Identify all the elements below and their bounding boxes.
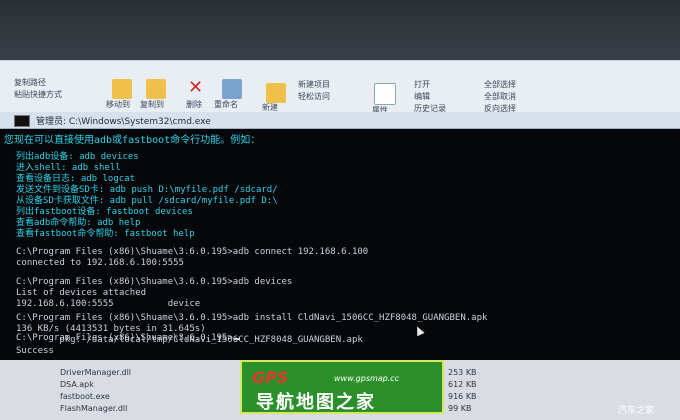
cmd-icon	[14, 115, 30, 127]
prompt-text: C:\Program Files (x86)\Shuame\3.6.0.195>	[16, 333, 233, 343]
file-name[interactable]: FlashManager.dll	[60, 404, 127, 413]
banner-title: 导航地图之家	[256, 392, 376, 413]
file-size: 253 KB	[448, 368, 477, 377]
prompt-line[interactable]: C:\Program Files (x86)\Shuame\3.6.0.195>	[16, 333, 240, 343]
properties-icon	[374, 83, 396, 105]
banner-gps-logo: GPS	[252, 368, 289, 387]
edit-button[interactable]: 编辑	[414, 91, 430, 102]
paste-shortcut-button[interactable]: 粘贴快捷方式	[14, 89, 62, 100]
copy-to-icon	[146, 79, 166, 99]
cmd-header-line: 您现在可以直接使用adb或fastboot命令行功能。例如：	[4, 135, 261, 146]
output-line: C:\Program Files (x86)\Shuame\3.6.0.195>…	[16, 247, 369, 257]
delete-button[interactable]: 删除	[186, 99, 202, 110]
output-line: List of devices attached	[16, 288, 147, 298]
delete-icon: ✕	[188, 77, 204, 98]
background-top	[0, 0, 680, 62]
select-all-button[interactable]: 全部选择	[484, 79, 516, 90]
corner-watermark: 汽车之家	[618, 406, 655, 416]
move-to-icon	[112, 79, 132, 99]
file-name[interactable]: fastboot.exe	[60, 392, 110, 401]
easy-access-button[interactable]: 轻松访问	[298, 91, 330, 102]
file-size: 612 KB	[448, 380, 477, 389]
cmd-console[interactable]: 您现在可以直接使用adb或fastboot命令行功能。例如： 列出adb设备: …	[0, 129, 680, 360]
cmd-window-title: 管理员: C:\Windows\System32\cmd.exe	[36, 117, 211, 127]
file-name[interactable]: DriverManager.dll	[60, 368, 131, 377]
file-size: 916 KB	[448, 392, 477, 401]
output-line: C:\Program Files (x86)\Shuame\3.6.0.195>…	[16, 313, 488, 323]
new-folder-icon	[266, 83, 286, 103]
cmd-title-bar[interactable]: 管理员: C:\Windows\System32\cmd.exe	[0, 112, 680, 129]
move-to-button[interactable]: 移动到	[106, 99, 130, 110]
open-button[interactable]: 打开	[414, 79, 430, 90]
example-line: 查看fastboot命令帮助: fastboot help	[16, 229, 195, 239]
new-item-button[interactable]: 新建项目	[298, 79, 330, 90]
file-name[interactable]: DSA.apk	[60, 380, 94, 389]
output-line: connected to 192.168.6.100:5555	[16, 258, 184, 268]
output-line: 192.168.6.100:5555 device	[16, 299, 201, 309]
banner-url: www.gpsmap.cc	[334, 374, 400, 383]
select-none-button[interactable]: 全部取消	[484, 91, 516, 102]
output-line: Success	[16, 346, 54, 356]
output-line: C:\Program Files (x86)\Shuame\3.6.0.195>…	[16, 277, 293, 287]
file-size: 99 KB	[448, 404, 472, 413]
watermark-banner: GPS www.gpsmap.cc 导航地图之家	[240, 360, 444, 414]
copy-path-button[interactable]: 复制路径	[14, 77, 46, 88]
copy-to-button[interactable]: 复制到	[140, 99, 164, 110]
text-cursor	[233, 338, 240, 340]
rename-button[interactable]: 重命名	[214, 99, 238, 110]
rename-icon	[222, 79, 242, 99]
